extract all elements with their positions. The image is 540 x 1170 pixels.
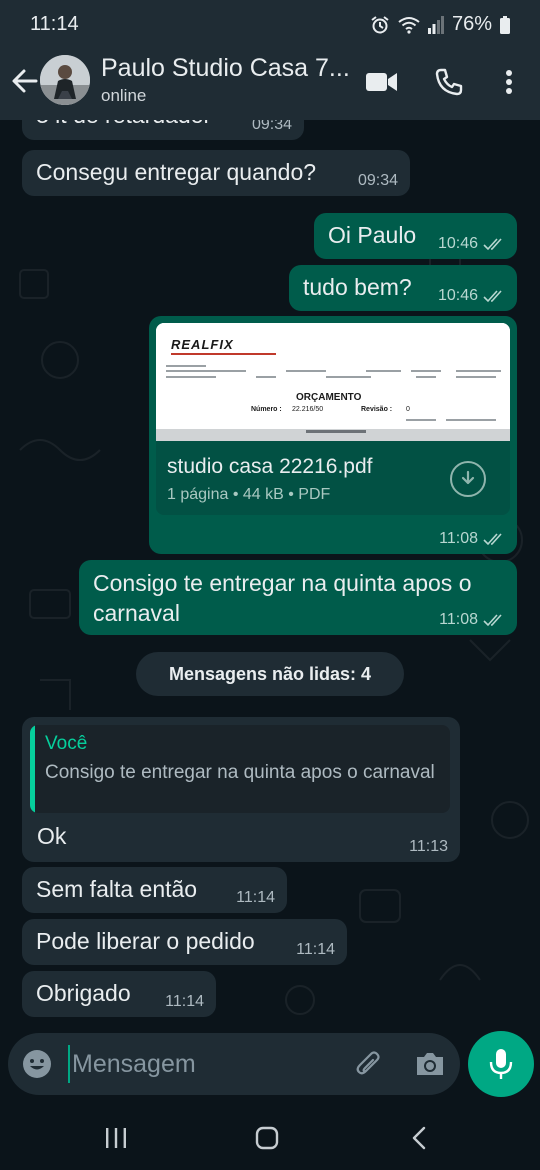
message-incoming[interactable]: Sem falta então 11:14 xyxy=(22,867,287,913)
message-composer xyxy=(8,1033,460,1095)
video-call-icon[interactable] xyxy=(365,65,399,99)
quote-accent-bar xyxy=(30,725,35,813)
download-icon[interactable] xyxy=(450,461,486,497)
voice-call-icon[interactable] xyxy=(432,65,466,99)
message-incoming-reply[interactable]: Você Consigo te entregar na quinta apos … xyxy=(22,717,460,862)
message-text: Sem falta então xyxy=(36,876,198,902)
mic-icon xyxy=(489,1049,513,1079)
document-filename: studio casa 22216.pdf xyxy=(167,455,373,478)
message-incoming[interactable]: 3 lt de retardador 09:34 xyxy=(22,120,304,140)
message-time: 11:08 xyxy=(439,530,478,547)
message-incoming[interactable]: Pode liberar o pedido 11:14 xyxy=(22,919,347,965)
message-time: 11:08 xyxy=(439,611,478,628)
message-time: 11:14 xyxy=(296,941,335,958)
home-icon[interactable] xyxy=(247,1123,287,1153)
message-text: 3 lt de retardador xyxy=(36,120,211,128)
message-time-wrap: 11:08 xyxy=(439,530,505,548)
message-text: Ok xyxy=(37,823,67,849)
message-text: Consigo te entregar na quinta apos o car… xyxy=(93,570,472,626)
contact-status: online xyxy=(101,86,147,105)
status-icons: 76% xyxy=(370,13,510,36)
back-arrow-icon[interactable] xyxy=(10,66,40,96)
document-title: ORÇAMENTO xyxy=(296,392,362,403)
alarm-icon xyxy=(370,15,390,35)
attach-icon[interactable] xyxy=(352,1047,386,1081)
system-navigation-bar xyxy=(0,1105,540,1170)
unread-messages-banner: Mensagens não lidas: 4 xyxy=(136,652,404,696)
status-bar: 11:14 76% xyxy=(0,0,540,50)
chat-header: Paulo Studio Casa 7... online xyxy=(0,50,540,120)
signal-icon xyxy=(427,15,444,34)
status-time: 11:14 xyxy=(30,13,79,35)
document-revision-label: Revisão : xyxy=(361,406,393,413)
message-time: 10:46 xyxy=(437,287,478,304)
document-number: 22.216/50 xyxy=(292,406,324,413)
quoted-message[interactable]: Você Consigo te entregar na quinta apos … xyxy=(30,725,450,813)
message-text: Pode liberar o pedido xyxy=(36,928,255,954)
message-time-wrap: 11:08 xyxy=(439,611,505,629)
double-check-icon xyxy=(483,533,502,546)
mic-button[interactable] xyxy=(468,1031,534,1097)
battery-percent: 76% xyxy=(451,13,492,35)
recent-apps-icon[interactable] xyxy=(96,1123,136,1153)
document-number-label: Número : xyxy=(251,406,282,413)
camera-icon[interactable] xyxy=(413,1047,447,1081)
message-time-wrap: 10:46 xyxy=(438,287,505,305)
document-preview[interactable]: REALFIX ORÇAMENTO Número : 22.216/50 Rev… xyxy=(156,323,510,441)
message-incoming[interactable]: Obrigado 11:14 xyxy=(22,971,216,1017)
message-time: 09:34 xyxy=(251,120,292,133)
message-time: 09:34 xyxy=(357,172,398,189)
message-document[interactable]: REALFIX ORÇAMENTO Número : 22.216/50 Rev… xyxy=(149,316,517,554)
document-meta: 1 página • 44 kB • PDF xyxy=(167,486,331,503)
document-info[interactable]: studio casa 22216.pdf 1 página • 44 kB •… xyxy=(156,441,510,515)
avatar[interactable] xyxy=(40,55,90,105)
message-time: 11:13 xyxy=(409,838,448,855)
contact-name[interactable]: Paulo Studio Casa 7... xyxy=(101,54,350,83)
message-text: Consegu entregar quando? xyxy=(36,159,317,185)
back-nav-icon[interactable] xyxy=(399,1123,439,1153)
message-text: Oi Paulo xyxy=(328,222,417,248)
wifi-icon xyxy=(398,16,420,34)
message-incoming[interactable]: Consegu entregar quando? 09:34 xyxy=(22,150,410,196)
double-check-icon xyxy=(483,614,502,627)
quote-author: Você xyxy=(45,733,88,754)
double-check-icon xyxy=(483,290,502,303)
battery-icon xyxy=(500,15,510,34)
document-revision: 0 xyxy=(406,406,410,413)
message-time-wrap: 10:46 xyxy=(438,235,505,253)
quote-text: Consigo te entregar na quinta apos o car… xyxy=(45,762,435,783)
message-time: 10:46 xyxy=(437,235,478,252)
message-list[interactable]: 3 lt de retardador 09:34 Consegu entrega… xyxy=(0,120,540,1032)
message-outgoing[interactable]: tudo bem? 10:46 xyxy=(289,265,517,311)
message-text: Obrigado xyxy=(36,980,131,1006)
message-time: 11:14 xyxy=(236,889,275,906)
double-check-icon xyxy=(483,238,502,251)
message-outgoing[interactable]: Oi Paulo 10:46 xyxy=(314,213,517,259)
message-input[interactable] xyxy=(68,1045,328,1083)
document-logo: REALFIX xyxy=(171,337,234,352)
message-outgoing[interactable]: Consigo te entregar na quinta apos o car… xyxy=(79,560,517,635)
message-time: 11:14 xyxy=(165,993,204,1010)
more-options-icon[interactable] xyxy=(492,65,526,99)
message-text: tudo bem? xyxy=(303,274,412,300)
emoji-icon[interactable] xyxy=(20,1047,54,1081)
